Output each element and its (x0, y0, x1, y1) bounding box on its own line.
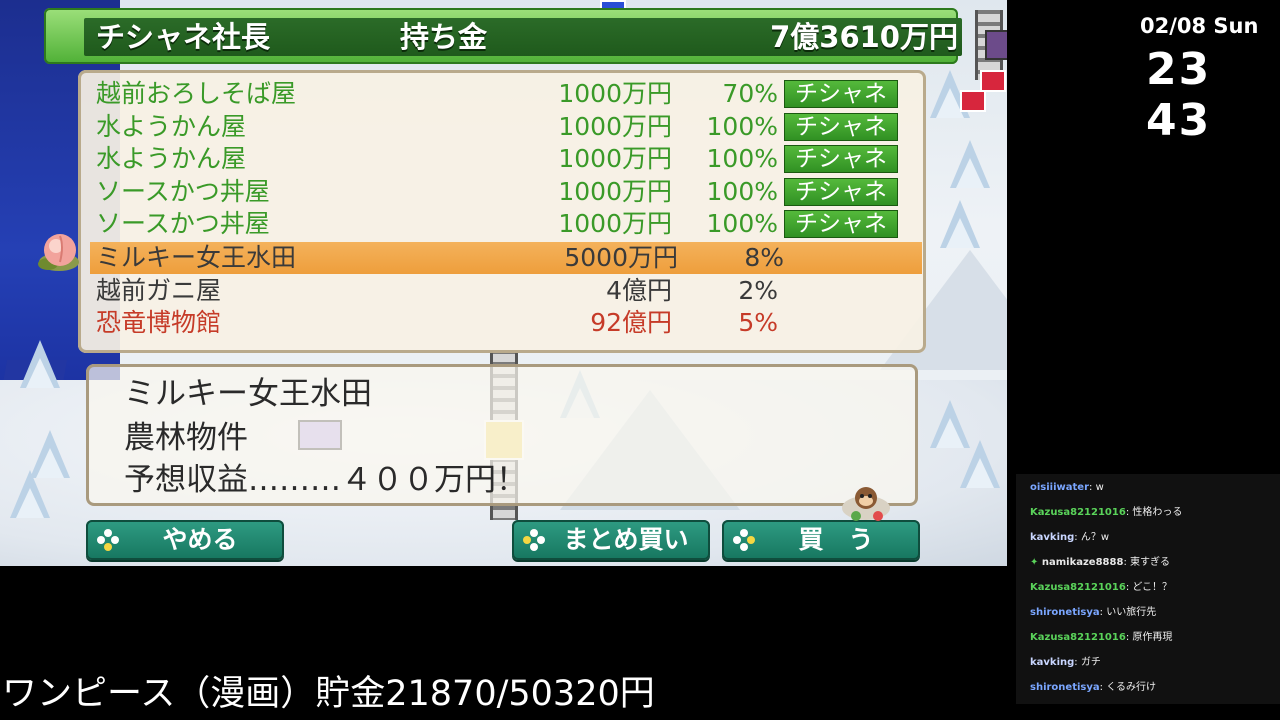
chat-message: Kazusa82121016: 性格わっる (1030, 505, 1182, 521)
property-price: 1000万円 (558, 112, 672, 141)
owner-badge: チシャネ (784, 145, 898, 173)
snow-tree (20, 340, 60, 388)
snow-tree (950, 140, 990, 188)
property-name: 水ようかん屋 (96, 144, 247, 173)
chat-panel: oisiiiwater: w Kazusa82121016: 性格わっる kav… (1016, 474, 1280, 704)
property-percent: 100% (706, 177, 778, 206)
property-row[interactable]: 水ようかん屋 1000万円 100% チシャネ (96, 143, 916, 175)
property-name: 水ようかん屋 (96, 112, 247, 141)
sparkle-badge-icon: ✦ (1030, 557, 1042, 568)
property-list: 越前おろしそば屋 1000万円 70% チシャネ 水ようかん屋 1000万円 1… (78, 70, 926, 353)
owner-badge: チシャネ (784, 113, 898, 141)
chat-username: kavking (1030, 532, 1075, 543)
money-value: 7億3610万円 (770, 20, 958, 54)
property-name: ミルキー女王水田 (96, 243, 297, 272)
property-row-selected[interactable]: ミルキー女王水田 5000万円 8% (90, 242, 922, 274)
chat-text: : 原作再現 (1125, 632, 1173, 643)
monkey-character-icon (842, 487, 890, 521)
property-row[interactable]: ソースかつ丼屋 1000万円 100% チシャネ (96, 208, 916, 240)
property-building (985, 30, 1007, 60)
chat-username: shironetisya (1030, 682, 1100, 693)
snow-tree (940, 200, 980, 248)
chat-username: Kazusa82121016 (1030, 507, 1126, 518)
player-name: チシャネ社長 (96, 20, 271, 54)
chat-text: : 性格わっる (1125, 507, 1183, 518)
property-name: 越前ガニ屋 (96, 276, 222, 305)
property-percent: 2% (738, 276, 778, 305)
owner-badge: チシャネ (784, 178, 898, 206)
savings-ticker: ワンピース（漫画）貯金21870/50320円 (2, 674, 655, 714)
owner-badge: チシャネ (784, 80, 898, 108)
clock-display: 23 43 (1146, 44, 1212, 146)
chat-message: kavking: ん？w (1030, 530, 1109, 546)
chat-message: shironetisya: いい旅行先 (1030, 605, 1156, 621)
property-price: 1000万円 (558, 209, 672, 238)
bulk-buy-label: まとめ買い (563, 525, 689, 554)
property-row[interactable]: 越前ガニ屋 4億円 2% (96, 275, 916, 307)
red-station-square (980, 70, 1006, 92)
chat-message: shironetisya: くるみ行け (1030, 680, 1156, 696)
snow-tree (10, 470, 50, 518)
chat-message: Kazusa82121016: 原作再現 (1030, 630, 1172, 646)
chat-text: : くるみ行け (1099, 682, 1156, 693)
property-percent: 8% (744, 243, 784, 272)
property-price: 4億円 (606, 276, 672, 305)
cancel-button[interactable]: やめる (86, 520, 284, 560)
chat-text: : 東すぎる (1123, 557, 1170, 568)
property-percent: 70% (722, 79, 778, 108)
property-price: 1000万円 (558, 177, 672, 206)
bulk-buy-button[interactable]: まとめ買い (512, 520, 710, 560)
chat-message: ✦ namikaze8888: 東すぎる (1030, 555, 1170, 571)
red-station-square (960, 90, 986, 112)
player-money-panel: チシャネ社長 持ち金 7億3610万円 (84, 18, 962, 56)
chat-username: Kazusa82121016 (1030, 632, 1126, 643)
owner-badge: チシャネ (784, 210, 898, 238)
property-row[interactable]: 恐竜博物館 92億円 5% (96, 307, 916, 339)
property-name: 恐竜博物館 (96, 308, 222, 337)
property-price: 1000万円 (558, 144, 672, 173)
property-info-box: ミルキー女王水田 農林物件 予想収益………４００万円！ (86, 364, 918, 506)
property-price: 5000万円 (564, 243, 678, 272)
chat-username: Kazusa82121016 (1030, 582, 1126, 593)
chat-text: : w (1089, 482, 1104, 493)
cancel-label: やめる (162, 525, 238, 554)
buy-button[interactable]: 買 う (722, 520, 920, 560)
chat-text: : ガチ (1074, 657, 1101, 668)
property-row[interactable]: 水ようかん屋 1000万円 100% チシャネ (96, 111, 916, 143)
property-name: 越前おろしそば屋 (96, 79, 297, 108)
property-percent: 100% (706, 209, 778, 238)
property-price: 1000万円 (558, 79, 672, 108)
chat-message: Kazusa82121016: どこ！？ (1030, 580, 1172, 596)
chat-message: oisiiiwater: w (1030, 480, 1104, 496)
property-percent: 5% (738, 308, 778, 337)
snow-tree (960, 440, 1000, 488)
info-earnings: 予想収益………４００万円！ (124, 462, 527, 498)
chat-username: oisiiiwater (1030, 482, 1090, 493)
info-category: 農林物件 (124, 420, 248, 456)
info-property-name: ミルキー女王水田 (124, 376, 372, 412)
date-display: 02/08 Sun (1140, 14, 1259, 38)
property-name: ソースかつ丼屋 (96, 177, 270, 206)
property-row[interactable]: ソースかつ丼屋 1000万円 100% チシャネ (96, 176, 916, 208)
player-money-bar: チシャネ社長 持ち金 7億3610万円 (44, 8, 962, 64)
money-label: 持ち金 (400, 20, 488, 54)
chat-message: kavking: ガチ (1030, 655, 1101, 671)
property-percent: 100% (706, 112, 778, 141)
property-percent: 100% (706, 144, 778, 173)
property-row[interactable]: 越前おろしそば屋 1000万円 70% チシャネ (96, 78, 916, 110)
chat-username: namikaze8888 (1041, 557, 1124, 568)
buy-label: 買 う (798, 525, 874, 554)
chat-username: shironetisya (1030, 607, 1100, 618)
chat-text: : ん？w (1074, 532, 1110, 543)
peach-cursor-icon (38, 234, 79, 271)
property-name: ソースかつ丼屋 (96, 209, 270, 238)
property-price: 92億円 (590, 308, 672, 337)
chat-text: : いい旅行先 (1099, 607, 1157, 618)
chat-username: kavking (1030, 657, 1075, 668)
chat-text: : どこ！？ (1125, 582, 1173, 593)
